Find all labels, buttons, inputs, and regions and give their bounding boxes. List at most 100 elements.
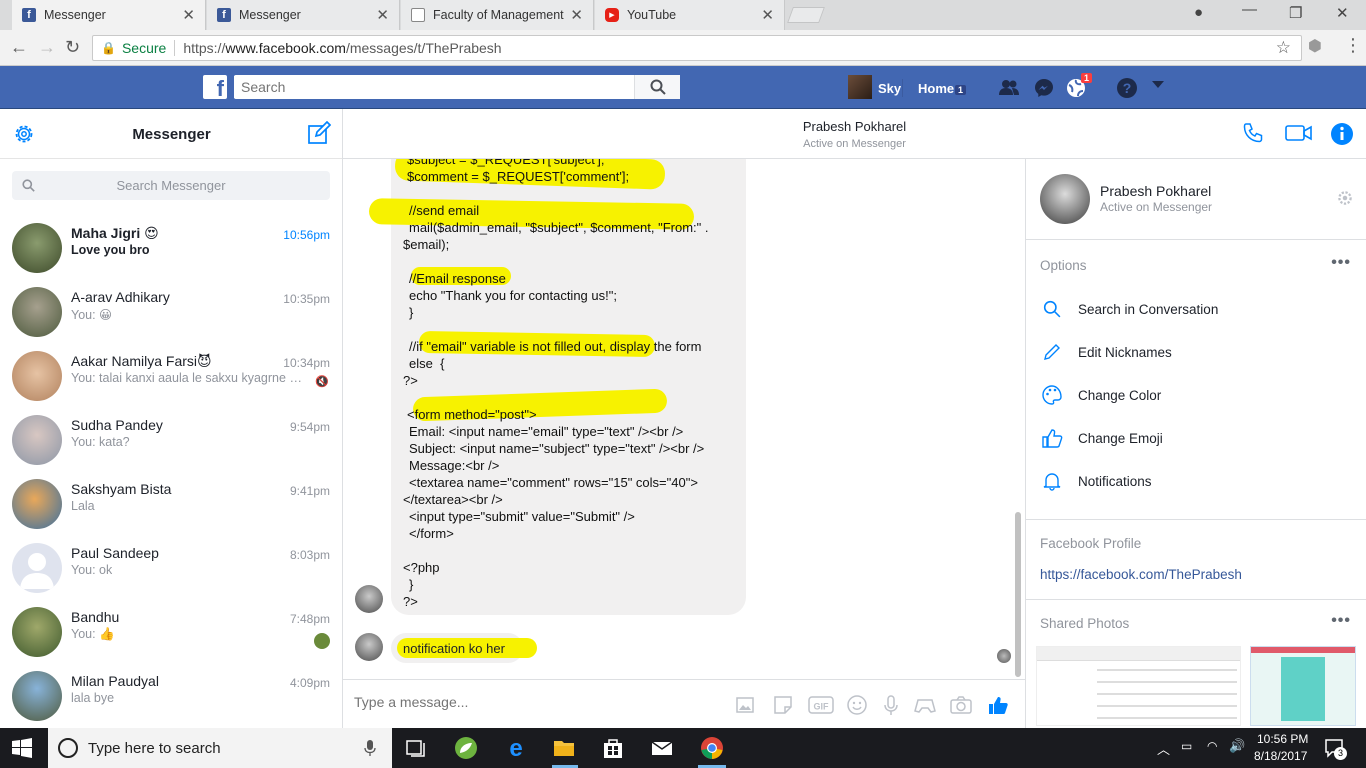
facebook-icon: f bbox=[217, 8, 231, 22]
new-message-icon[interactable] bbox=[307, 121, 331, 145]
conversation-item[interactable]: Maha Jigri 😍 Love you bro 10:56pm bbox=[0, 215, 342, 279]
file-explorer-icon[interactable] bbox=[552, 736, 576, 760]
account-menu-icon[interactable] bbox=[1152, 81, 1164, 88]
sticker-icon[interactable] bbox=[772, 694, 794, 716]
phone-call-icon[interactable] bbox=[1242, 122, 1264, 144]
restore-button[interactable]: ❐ bbox=[1289, 4, 1302, 22]
url-text[interactable]: https://www.facebook.com/messages/t/TheP… bbox=[183, 40, 501, 56]
profile-icon[interactable]: ● bbox=[1194, 4, 1203, 21]
like-thumb-icon[interactable] bbox=[987, 694, 1009, 716]
more-options-icon[interactable]: ••• bbox=[1331, 254, 1351, 272]
address-bar[interactable]: 🔒 Secure https://www.facebook.com/messag… bbox=[92, 35, 1302, 61]
seen-avatar bbox=[314, 633, 330, 649]
conversation-snippet: You: talai kanxi aaula le sakxu kyagrne … bbox=[71, 371, 311, 385]
edge-browser-icon[interactable]: e bbox=[504, 736, 528, 760]
app-leaf-icon[interactable] bbox=[454, 736, 478, 760]
message-bubble[interactable]: $subject = $_REQUEST['subject']; $comment… bbox=[368, 159, 746, 615]
edit-nicknames-option[interactable]: Edit Nicknames bbox=[1040, 337, 1350, 367]
lock-icon: 🔒 bbox=[101, 41, 116, 55]
gif-icon[interactable]: GIF bbox=[808, 694, 834, 716]
change-emoji-option[interactable]: Change Emoji bbox=[1040, 423, 1350, 453]
search-button[interactable] bbox=[634, 75, 680, 99]
video-call-icon[interactable] bbox=[1285, 124, 1313, 142]
tab-messenger-2[interactable]: f Messenger ✕ bbox=[207, 0, 400, 30]
close-window-button[interactable]: ✕ bbox=[1336, 4, 1349, 22]
friend-requests-icon[interactable] bbox=[998, 77, 1020, 99]
facebook-search-input[interactable] bbox=[234, 76, 634, 98]
new-tab-button[interactable] bbox=[787, 7, 825, 23]
network-adapter-icon[interactable]: ▭ bbox=[1181, 739, 1192, 753]
microphone-icon[interactable] bbox=[364, 740, 376, 756]
code-line: <?php bbox=[403, 560, 440, 575]
forward-icon[interactable]: → bbox=[38, 37, 56, 58]
home-link[interactable]: Home bbox=[918, 81, 954, 96]
more-options-icon[interactable]: ••• bbox=[1331, 612, 1351, 630]
avatar bbox=[12, 351, 62, 401]
image-upload-icon[interactable] bbox=[735, 694, 757, 716]
conversation-snippet: You: kata? bbox=[71, 435, 130, 449]
tab-messenger-1[interactable]: f Messenger ✕ bbox=[12, 0, 206, 30]
reload-icon[interactable]: ↻ bbox=[65, 37, 80, 58]
taskbar-search[interactable]: Type here to search bbox=[48, 728, 392, 768]
shared-photo-thumbnail[interactable] bbox=[1036, 646, 1241, 726]
wifi-icon[interactable]: ◠ bbox=[1207, 739, 1217, 753]
conversation-item[interactable]: Sakshyam Bista Lala 9:41pm bbox=[0, 471, 342, 535]
clock-time[interactable]: 10:56 PM bbox=[1257, 732, 1308, 746]
extension-icon[interactable]: ⬢ bbox=[1308, 36, 1322, 56]
profile-avatar[interactable] bbox=[848, 75, 872, 99]
close-tab-icon[interactable]: ✕ bbox=[182, 6, 195, 24]
tab-youtube[interactable]: ▶ YouTube ✕ bbox=[595, 0, 785, 30]
facebook-search[interactable] bbox=[234, 75, 680, 99]
shared-photo-thumbnail[interactable] bbox=[1250, 646, 1356, 726]
message-bubble[interactable]: notification ko her bbox=[391, 633, 537, 663]
emoji-icon[interactable] bbox=[846, 694, 868, 716]
profile-link[interactable]: https://facebook.com/ThePrabesh bbox=[1040, 567, 1242, 582]
code-line: } bbox=[409, 305, 414, 320]
volume-icon[interactable]: 🔊 bbox=[1229, 738, 1245, 754]
conversation-item[interactable]: Milan Paudyal lala bye 4:09pm bbox=[0, 663, 342, 727]
show-hidden-icons[interactable]: ︿ bbox=[1157, 739, 1170, 758]
close-tab-icon[interactable]: ✕ bbox=[761, 6, 774, 24]
minimize-button[interactable]: — bbox=[1242, 1, 1257, 18]
task-view-icon[interactable] bbox=[404, 736, 428, 760]
tab-faculty[interactable]: Faculty of Management, ✕ bbox=[401, 0, 594, 30]
notifications-option[interactable]: Notifications bbox=[1040, 466, 1350, 496]
back-icon[interactable]: ← bbox=[10, 37, 28, 58]
change-color-option[interactable]: Change Color bbox=[1040, 380, 1350, 410]
windows-start-icon[interactable] bbox=[12, 738, 32, 758]
conversation-list-panel: Messenger Search Messenger Maha Jigri 😍 … bbox=[0, 109, 343, 728]
conversation-item[interactable]: A-arav Adhikary You: 😀 10:35pm bbox=[0, 279, 342, 343]
settings-gear-icon[interactable] bbox=[1336, 189, 1354, 207]
games-icon[interactable] bbox=[914, 694, 936, 716]
clock-date[interactable]: 8/18/2017 bbox=[1254, 749, 1307, 763]
store-icon[interactable] bbox=[601, 736, 625, 760]
profile-name-link[interactable]: Sky bbox=[878, 81, 901, 96]
code-line: <textarea name="comment" rows="15" cols=… bbox=[409, 475, 698, 490]
search-messenger-input[interactable]: Search Messenger bbox=[12, 171, 330, 200]
info-icon[interactable] bbox=[1330, 122, 1354, 146]
conversation-item[interactable]: Bandhu You: 👍 7:48pm bbox=[0, 599, 342, 663]
facebook-logo-icon[interactable]: f bbox=[203, 75, 227, 99]
message-thread: $subject = $_REQUEST['subject']; $comment… bbox=[343, 159, 1025, 679]
close-tab-icon[interactable]: ✕ bbox=[376, 6, 389, 24]
help-icon[interactable]: ? bbox=[1116, 77, 1138, 99]
conversation-item[interactable]: Sudha Pandey You: kata? 9:54pm bbox=[0, 407, 342, 471]
message-input[interactable] bbox=[354, 694, 714, 710]
microphone-icon[interactable] bbox=[880, 694, 902, 716]
close-tab-icon[interactable]: ✕ bbox=[570, 6, 583, 24]
messenger-icon[interactable] bbox=[1033, 77, 1055, 99]
mail-icon[interactable] bbox=[650, 736, 674, 760]
contact-name[interactable]: Prabesh Pokharel bbox=[1100, 183, 1211, 199]
conversation-item[interactable]: Paul Sandeep You: ok 8:03pm bbox=[0, 535, 342, 599]
tab-title: Messenger bbox=[44, 8, 106, 22]
contact-name[interactable]: Prabesh Pokharel bbox=[343, 119, 1366, 134]
chrome-icon[interactable] bbox=[700, 736, 724, 760]
conversation-item[interactable]: Aakar Namilya Farsi😈 You: talai kanxi aa… bbox=[0, 343, 342, 407]
contact-avatar[interactable] bbox=[1040, 174, 1090, 224]
message-text: notification ko her bbox=[403, 641, 505, 656]
camera-icon[interactable] bbox=[950, 694, 972, 716]
thread-scrollbar[interactable] bbox=[1015, 512, 1021, 677]
bookmark-star-icon[interactable]: ☆ bbox=[1276, 38, 1291, 58]
search-in-conversation-option[interactable]: Search in Conversation bbox=[1040, 294, 1350, 324]
menu-icon[interactable]: ⋮ bbox=[1344, 35, 1362, 56]
